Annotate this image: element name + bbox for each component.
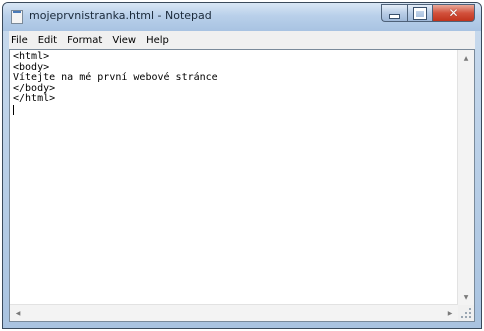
menu-format[interactable]: Format	[63, 35, 108, 46]
caption-buttons: ✕	[381, 4, 475, 22]
menu-edit[interactable]: Edit	[34, 35, 63, 46]
vertical-scrollbar[interactable]: ▲ ▼	[457, 50, 474, 305]
menu-file[interactable]: File	[9, 35, 34, 46]
minimize-icon	[389, 13, 400, 19]
editor-line: <html>	[13, 51, 50, 62]
scroll-up-icon[interactable]: ▲	[458, 50, 474, 66]
notepad-icon[interactable]	[11, 10, 23, 24]
scroll-right-icon[interactable]: ▶	[442, 305, 458, 321]
close-icon: ✕	[448, 6, 459, 20]
minimize-button[interactable]	[381, 4, 407, 22]
editor-line: </html>	[13, 93, 56, 104]
maximize-icon	[413, 6, 427, 20]
window-title: mojeprvnistranka.html - Notepad	[29, 9, 212, 22]
text-caret	[13, 104, 457, 116]
menu-view[interactable]: View	[108, 35, 142, 46]
editor-frame: <html> <body> Vítejte na mé první webové s…	[9, 49, 475, 322]
scroll-left-icon[interactable]: ◀	[10, 305, 26, 321]
notepad-window: mojeprvnistranka.html - Notepad ✕ File E…	[2, 2, 482, 329]
resize-grip-icon[interactable]	[458, 305, 474, 321]
title-bar[interactable]: mojeprvnistranka.html - Notepad ✕	[3, 3, 481, 31]
editor-line: Vítejte na mé první webové stránce	[13, 72, 218, 83]
close-button[interactable]: ✕	[432, 4, 475, 22]
text-editor[interactable]: <html> <body> Vítejte na mé první webové s…	[11, 51, 457, 304]
maximize-button[interactable]	[407, 4, 432, 22]
menu-help[interactable]: Help	[142, 35, 175, 46]
editor-line: </body>	[13, 82, 56, 94]
horizontal-scrollbar[interactable]: ◀ ▶	[10, 304, 458, 321]
scroll-down-icon[interactable]: ▼	[458, 289, 474, 305]
menu-bar: File Edit Format View Help	[9, 31, 475, 49]
